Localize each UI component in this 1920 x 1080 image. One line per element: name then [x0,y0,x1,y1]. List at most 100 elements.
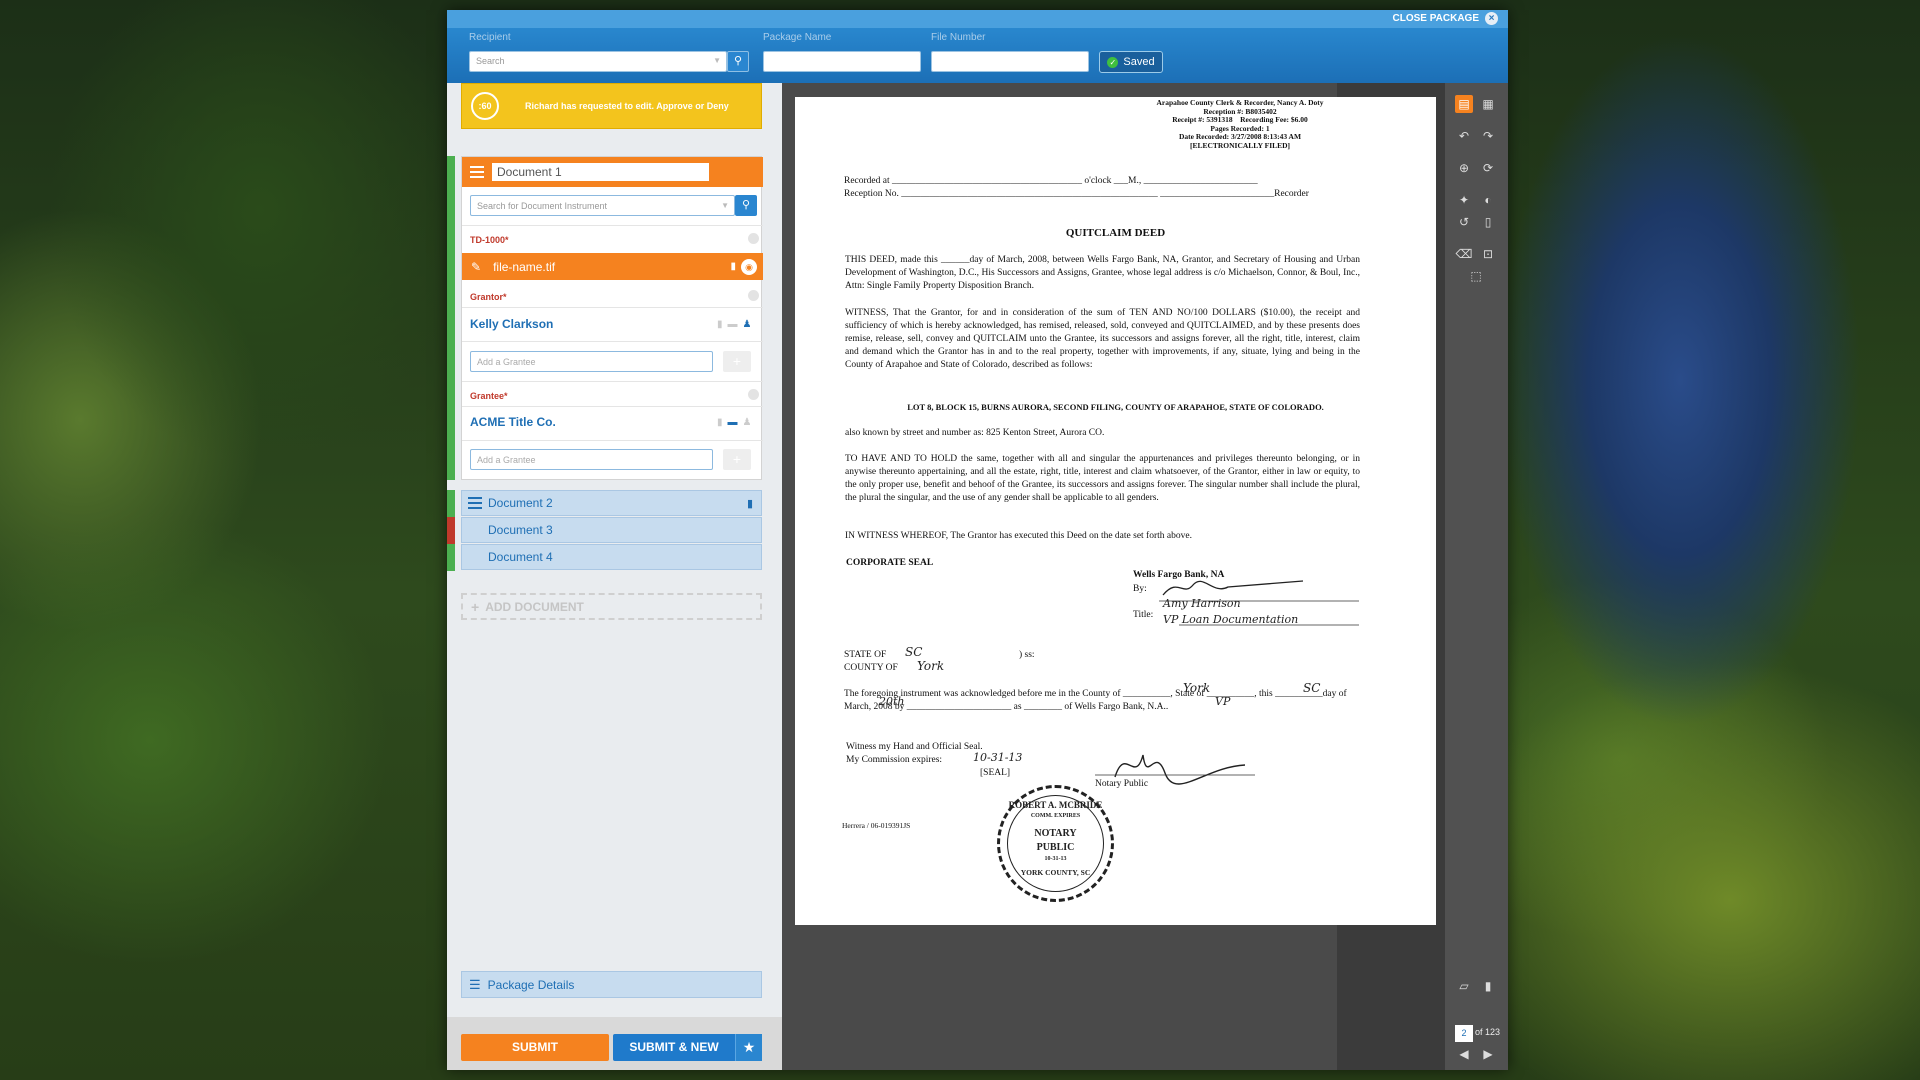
trash-icon[interactable]: ▮ [747,497,753,510]
document-1-header: Document 1 [462,157,763,187]
contrast-icon[interactable]: ◐ [1479,191,1497,209]
acknowledgment-paragraph: The foregoing instrument was acknowledge… [844,689,1347,712]
menu-icon[interactable] [468,497,482,509]
rotate-icon[interactable]: ⟳ [1479,159,1497,177]
package-name-input[interactable] [763,51,921,72]
trash-icon[interactable]: ▮ [717,319,723,330]
instrument-search-input[interactable]: Search for Document Instrument ▼ [470,195,735,216]
file-row[interactable]: ✎ file-name.tif ▮ ◉ [462,253,763,280]
add-document-button[interactable]: + ADD DOCUMENT [461,593,762,620]
document-name-input[interactable]: Document 1 [492,163,709,181]
eye-icon[interactable]: ◉ [741,258,757,275]
handwritten-title: VP Loan Documentation [1163,613,1299,626]
handwritten-day: 20th [879,695,905,708]
deed-paragraph-4: IN WITNESS WHEREOF, The Grantor has exec… [845,531,1192,541]
next-page-icon[interactable]: ▶ [1479,1045,1497,1063]
document-2-item[interactable]: Document 2 ▮ [461,490,762,516]
handwritten-name: Amy Harrison [1163,597,1241,610]
page-number-input[interactable]: 2 [1455,1025,1473,1042]
submit-new-button[interactable]: SUBMIT & NEW [613,1034,735,1061]
package-window: CLOSE PACKAGE × Recipient Search ▼ ⚲ Pac… [447,10,1508,1070]
handwritten-county: York [917,659,945,673]
close-package-button[interactable]: CLOSE PACKAGE × [1392,12,1498,25]
select-area-icon[interactable]: ⬚ [1467,267,1485,285]
chevron-down-icon[interactable]: ▼ [713,56,721,65]
delete-page-icon[interactable]: ▮ [1479,977,1497,995]
file-number-input[interactable] [931,51,1089,72]
crop-icon[interactable]: ⊡ [1479,245,1497,263]
county-of-label: COUNTY OF [844,663,898,673]
top-bar: CLOSE PACKAGE × Recipient Search ▼ ⚲ Pac… [447,10,1508,83]
document-3-item[interactable]: Document 3 [461,517,762,543]
timer-icon: :60 [471,92,499,120]
eraser-icon[interactable]: ⌫ [1455,245,1473,263]
add-document-label: ADD DOCUMENT [485,599,584,614]
seal-comm: COMM. EXPIRES [1030,813,1081,819]
action-bar: SUBMIT SUBMIT & NEW ★ [447,1017,782,1070]
seal-notary: NOTARY [1034,828,1077,839]
grid-view-icon[interactable]: ▦ [1479,95,1497,113]
document-2-status [447,490,455,517]
document-3-status [447,517,455,544]
deed-paragraph-3: TO HAVE AND TO HOLD the same, together w… [845,454,1360,503]
page-icon[interactable]: ▯ [1479,213,1497,231]
instrument-search-button[interactable]: ⚲ [735,195,757,216]
zoom-in-icon[interactable]: ⊕ [1455,159,1473,177]
person-icon[interactable]: ♟ [743,319,752,330]
document-1-panel: Document 1 Search for Document Instrumen… [461,156,763,480]
recipient-input[interactable]: Search ▼ [469,51,727,72]
document-4-item[interactable]: Document 4 [461,544,762,570]
add-grantor-input[interactable]: Add a Grantee [470,351,713,372]
handwritten-expiry: 10-31-13 [973,751,1023,764]
witness-line: Witness my Hand and Official Seal. [846,742,983,752]
status-dot [748,389,759,400]
undo-icon[interactable]: ↶ [1455,127,1473,145]
stamp-receipt: Receipt #: 5391318 [1172,115,1233,124]
package-details-button[interactable]: ☰ Package Details [461,971,762,998]
legal-description: LOT 8, BLOCK 15, BURNS AURORA, SECOND FI… [907,402,1324,412]
magic-wand-icon[interactable]: ✦ [1455,191,1473,209]
divider [462,307,763,308]
star-icon[interactable]: ★ [735,1034,762,1061]
corporate-seal-label: CORPORATE SEAL [846,558,934,568]
reset-icon[interactable]: ↺ [1455,213,1473,231]
trash-icon[interactable]: ▮ [730,261,736,272]
document-4-status [447,544,455,571]
instrument-search-placeholder: Search for Document Instrument [477,201,608,211]
chevron-down-icon[interactable]: ▼ [721,201,729,210]
file-name: file-name.tif [493,259,556,274]
grantor-name[interactable]: Kelly Clarkson [470,317,553,331]
edit-request-notification[interactable]: :60 Richard has requested to edit. Appro… [461,83,762,129]
prev-page-icon[interactable]: ◀ [1455,1045,1473,1063]
business-icon[interactable]: ▬ [728,417,738,428]
saved-button[interactable]: ✓ Saved [1099,51,1163,73]
tag-icon: ✎ [471,259,482,274]
divider [462,341,763,342]
footer-reference: Herrera / 06-019391JS [842,821,911,830]
notification-text[interactable]: Richard has requested to edit. Approve o… [525,101,729,111]
divider [462,381,763,382]
add-page-icon[interactable]: ▱ [1455,977,1473,995]
reception-no-line: Reception No. __________________________… [844,189,1309,199]
single-page-icon[interactable]: ▤ [1455,95,1473,113]
plus-icon: + [471,598,480,615]
grantor-actions: ▮ ▬ ♟ [717,319,751,330]
deed-paragraph-1: THIS DEED, made this ______day of March,… [845,255,1360,291]
submit-button[interactable]: SUBMIT [461,1034,609,1061]
business-icon[interactable]: ▬ [728,319,738,330]
document-page[interactable]: Arapahoe County Clerk & Recorder, Nancy … [795,97,1436,925]
redo-icon[interactable]: ↷ [1479,127,1497,145]
close-package-label: CLOSE PACKAGE [1392,13,1480,24]
add-grantee-button[interactable]: + [723,449,751,470]
grantee-name[interactable]: ACME Title Co. [470,415,556,429]
person-icon[interactable]: ♟ [743,417,752,428]
add-grantor-button[interactable]: + [723,351,751,372]
recipient-search-button[interactable]: ⚲ [727,51,749,72]
commission-label: My Commission expires: [846,755,943,765]
handwritten-as: VP [1215,695,1231,708]
notary-seal: ROBERT A. MCBRIDE COMM. EXPIRES NOTARY P… [997,785,1114,902]
saved-label: Saved [1123,56,1155,68]
trash-icon[interactable]: ▮ [717,417,723,428]
add-grantee-input[interactable]: Add a Grantee [470,449,713,470]
menu-icon[interactable] [470,166,484,178]
